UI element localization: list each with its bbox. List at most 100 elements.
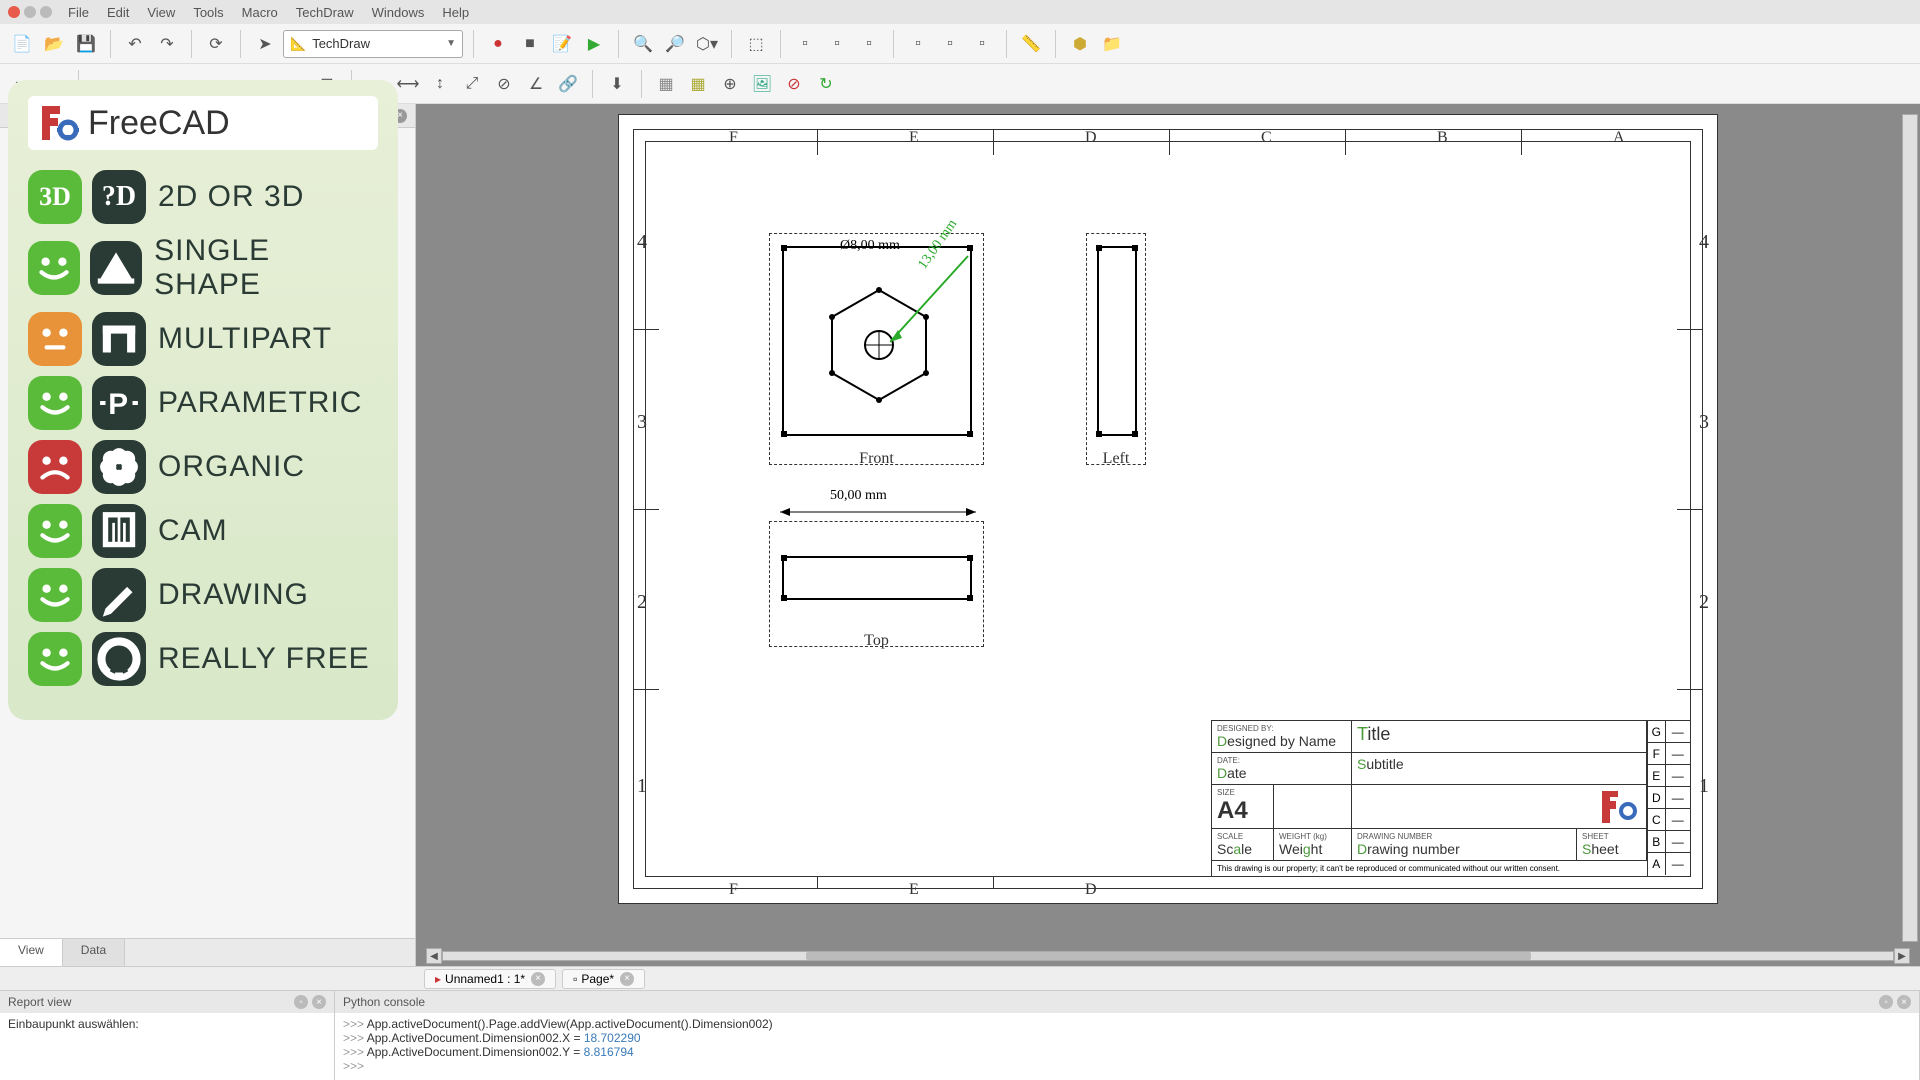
window-max[interactable] (40, 6, 52, 18)
toggle-frame-icon[interactable]: ⊘ (780, 70, 808, 98)
python-console-body[interactable]: >>> App.activeDocument().Page.addView(Ap… (335, 1013, 1919, 1080)
detach-icon[interactable]: ◦ (1879, 995, 1893, 1009)
col-label: B (1437, 129, 1448, 147)
measure-icon[interactable]: 📏 (1017, 30, 1045, 58)
dim-diameter-icon[interactable]: ⊘ (490, 70, 518, 98)
menu-techdraw[interactable]: TechDraw (296, 5, 354, 20)
close-icon[interactable]: × (1897, 995, 1911, 1009)
save-icon[interactable]: 💾 (72, 30, 100, 58)
col-label: F (729, 881, 738, 899)
new-doc-icon[interactable]: 📄 (8, 30, 36, 58)
dim-angle-icon[interactable]: ∠ (522, 70, 550, 98)
tab-view[interactable]: View (0, 939, 63, 966)
pointer-icon[interactable]: ➤ (251, 30, 279, 58)
question-d-icon: ?D (92, 170, 146, 224)
happy-face-icon: 3D (28, 170, 82, 224)
insert-image-icon[interactable]: 🖼 (748, 70, 776, 98)
feature-label: Single Shape (154, 234, 378, 302)
col-label: A (1613, 129, 1625, 147)
front-view-icon[interactable]: ▫ (791, 30, 819, 58)
menu-macro[interactable]: Macro (242, 5, 278, 20)
close-icon[interactable]: × (312, 995, 326, 1009)
zoom-out-icon[interactable]: 🔎 (661, 30, 689, 58)
dim-link-icon[interactable]: 🔗 (554, 70, 582, 98)
view-label: Top (864, 632, 889, 650)
disclaimer: This drawing is our property; it can't b… (1212, 861, 1647, 876)
zoom-in-icon[interactable]: 🔍 (629, 30, 657, 58)
dim-horizontal-icon[interactable]: ⟷ (394, 70, 422, 98)
redo-icon[interactable]: ↷ (153, 30, 181, 58)
top-view-icon[interactable]: ▫ (823, 30, 851, 58)
report-view-panel: Report view◦× Einbaupunkt auswählen: (0, 991, 335, 1080)
doc-tab-unnamed[interactable]: ▸Unnamed1 : 1*× (424, 969, 556, 989)
drawing-canvas[interactable]: F E D C B A F E D 4 3 2 1 4 3 (416, 104, 1920, 966)
hatch-icon[interactable]: ▦ (652, 70, 680, 98)
dim-50[interactable]: 50,00 mm (830, 488, 887, 504)
right-view-icon[interactable]: ▫ (855, 30, 883, 58)
hatch-geom-icon[interactable]: ▦ (684, 70, 712, 98)
feature-row-single: Single Shape (28, 234, 378, 302)
macro-stop-icon[interactable]: ■ (516, 30, 544, 58)
feature-row-drawing: Drawing (28, 568, 378, 622)
multipart-icon (92, 312, 146, 366)
view-front[interactable]: Ø8,00 mm 13,00 mm Front (769, 233, 984, 465)
window-close[interactable] (8, 6, 20, 18)
view-top[interactable]: 50,00 mm Top (769, 521, 984, 647)
combo-view-panel: Combo View ◦× FreeCAD 3D ?D 2D or 3D (0, 104, 416, 966)
left-outline (1097, 246, 1137, 436)
vertical-scrollbar[interactable] (1902, 114, 1918, 942)
col-label: E (909, 129, 919, 147)
col-label: D (1085, 129, 1097, 147)
dim-radius-icon[interactable]: ⤢ (458, 70, 486, 98)
menu-edit[interactable]: Edit (107, 5, 129, 20)
menu-file[interactable]: File (68, 5, 89, 20)
rear-view-icon[interactable]: ▫ (904, 30, 932, 58)
export-page-icon[interactable]: ⬇ (603, 70, 631, 98)
feature-row-parametric: P Parametric (28, 376, 378, 430)
tab-data[interactable]: Data (63, 939, 125, 966)
iso-view-icon[interactable]: ⬚ (742, 30, 770, 58)
left-view-icon[interactable]: ▫ (968, 30, 996, 58)
part-icon[interactable]: ⬢ (1066, 30, 1094, 58)
doc-tab-page[interactable]: ▫Page*× (562, 969, 645, 989)
drawing-page[interactable]: F E D C B A F E D 4 3 2 1 4 3 (618, 114, 1718, 904)
happy-face-icon (28, 504, 82, 558)
detach-icon[interactable]: ◦ (294, 995, 308, 1009)
python-console-title: Python console (343, 995, 425, 1009)
view-left[interactable]: Left (1086, 233, 1146, 465)
python-console-panel: Python console ◦ × >>> App.activeDocument(… (335, 991, 1920, 1080)
close-icon[interactable]: × (620, 972, 634, 986)
open-icon[interactable]: 📂 (40, 30, 68, 58)
col-label: F (729, 129, 738, 147)
group-icon[interactable]: 📁 (1098, 30, 1126, 58)
title-block: DESIGNED BY:Designed by Name Title DATE:… (1211, 720, 1691, 877)
row-label: 4 (1699, 231, 1709, 254)
undo-icon[interactable]: ↶ (121, 30, 149, 58)
happy-face-icon (28, 241, 80, 295)
row-label: 1 (1699, 775, 1709, 798)
draw-style-icon[interactable]: ⬡▾ (693, 30, 721, 58)
redraw-icon[interactable]: ↻ (812, 70, 840, 98)
macro-edit-icon[interactable]: 📝 (548, 30, 576, 58)
insert-symbol-icon[interactable]: ⊕ (716, 70, 744, 98)
freecad-feature-overlay: FreeCAD 3D ?D 2D or 3D Single Shape Mult… (8, 80, 398, 720)
row-label: 1 (637, 775, 647, 798)
feature-label: 2D or 3D (158, 180, 304, 214)
close-icon[interactable]: × (531, 972, 545, 986)
menu-help[interactable]: Help (442, 5, 469, 20)
horizontal-scrollbar[interactable]: ◀▶ (426, 948, 1910, 964)
macro-record-icon[interactable]: ● (484, 30, 512, 58)
window-min[interactable] (24, 6, 36, 18)
menu-windows[interactable]: Windows (372, 5, 425, 20)
menu-view[interactable]: View (147, 5, 175, 20)
bottom-view-icon[interactable]: ▫ (936, 30, 964, 58)
menu-tools[interactable]: Tools (193, 5, 223, 20)
row-label: 4 (637, 231, 647, 254)
refresh-icon[interactable]: ⟳ (202, 30, 230, 58)
macro-play-icon[interactable]: ▶ (580, 30, 608, 58)
workbench-select[interactable]: 📐TechDraw▼ (283, 30, 463, 58)
neutral-face-icon (28, 312, 82, 366)
report-line: Einbaupunkt auswählen: (8, 1017, 139, 1031)
happy-face-icon (28, 568, 82, 622)
dim-vertical-icon[interactable]: ↕ (426, 70, 454, 98)
